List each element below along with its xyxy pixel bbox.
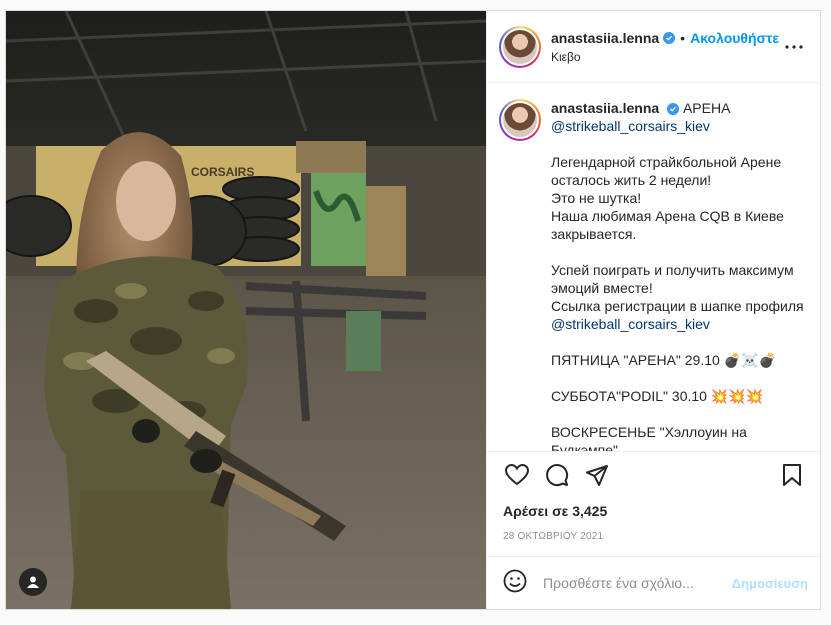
username-link[interactable]: anastasiia.lenna	[551, 30, 659, 46]
separator-dot: •	[680, 29, 686, 46]
caption-lines: @strikeball_corsairs_kiev Легендарной ст…	[551, 117, 808, 451]
comment-bubble-icon[interactable]	[537, 455, 577, 495]
caption-line	[551, 405, 808, 423]
post-image[interactable]: CORSAIRS	[6, 11, 486, 609]
caption-line: ПЯТНИЦА "АРЕНА" 29.10 💣☠️💣	[551, 352, 776, 368]
caption-line	[551, 369, 808, 387]
caption-line: Успей поиграть и получить максимум эмоци…	[551, 262, 798, 296]
location-link[interactable]: Κιεβο	[551, 50, 782, 64]
follow-button[interactable]: Ακολουθήστε	[690, 30, 779, 46]
page: CORSAIRS anastasiia.lenna • Ακολουθήστε …	[0, 0, 831, 625]
caption-line	[551, 333, 808, 351]
post-sidebar: anastasiia.lenna • Ακολουθήστε Κιεβο ana…	[486, 11, 820, 609]
post-dialog: CORSAIRS anastasiia.lenna • Ακολουθήστε …	[5, 10, 821, 610]
emoji-icon[interactable]	[503, 569, 527, 598]
caption-text: anastasiia.lenna АРЕНА @strikeball_corsa…	[551, 99, 808, 451]
comment-input[interactable]	[543, 575, 732, 591]
caption-line: Это не шутка!	[551, 190, 642, 206]
caption-section: anastasiia.lenna АРЕНА @strikeball_corsa…	[487, 83, 820, 451]
caption-mention-link[interactable]: @strikeball_corsairs_kiev	[551, 315, 808, 333]
wall-sign-text: CORSAIRS	[191, 165, 254, 179]
avatar[interactable]	[499, 25, 541, 68]
caption-line	[551, 135, 808, 153]
post-photo: CORSAIRS	[6, 11, 486, 609]
post-comment-button[interactable]: Δημοσίευση	[732, 576, 808, 591]
post-date: 28 ΟΚΤΩΒΡΙΟΥ 2021	[503, 531, 604, 542]
action-bar	[487, 451, 820, 497]
caption-line: Наша любимая Арена CQB в Киеве закрывает…	[551, 208, 788, 242]
paper-plane-icon[interactable]	[577, 455, 617, 495]
likes-count[interactable]: Αρέσει σε 3,425	[487, 497, 820, 519]
caption-line: Ссылка регистрации в шапке профиля	[551, 298, 804, 314]
caption-username[interactable]: anastasiia.lenna	[551, 100, 659, 116]
verified-badge-icon	[663, 31, 676, 44]
caption-avatar[interactable]	[499, 99, 541, 141]
caption-line: Легендарной страйкбольной Арене осталось…	[551, 154, 786, 188]
verified-badge-icon	[667, 103, 680, 115]
comment-bar: Δημοσίευση	[487, 556, 820, 609]
heart-icon[interactable]	[497, 455, 537, 495]
caption-title: АРЕНА	[682, 100, 731, 116]
caption-mention-link[interactable]: @strikeball_corsairs_kiev	[551, 117, 808, 135]
caption-line: СУББОТА"PODIL" 30.10 💥💥💥	[551, 388, 764, 404]
caption-line: ВОСКРЕСЕНЬЕ "Хэллоуин на Будкэмпе"	[551, 424, 751, 451]
user-tag-icon[interactable]	[19, 568, 47, 596]
more-options-icon[interactable]	[782, 35, 806, 59]
bookmark-icon[interactable]	[772, 455, 812, 495]
post-header: anastasiia.lenna • Ακολουθήστε Κιεβο	[487, 11, 820, 83]
caption-line	[551, 243, 808, 261]
